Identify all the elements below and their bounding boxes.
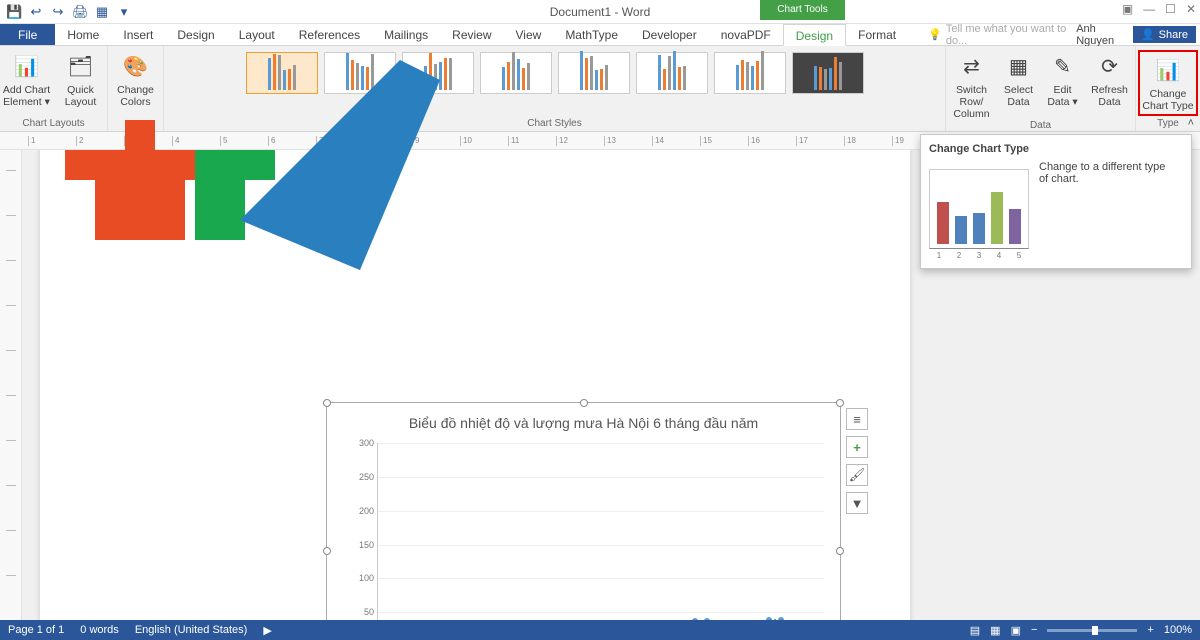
resize-handle[interactable] [580, 399, 588, 407]
quick-access-toolbar: 💾 ↩ ↪ 🖨 ▦ ▾ [0, 4, 132, 20]
y-axis-tick: 50 [344, 607, 374, 617]
tab-mailings[interactable]: Mailings [372, 24, 440, 45]
chart-style-thumb[interactable] [792, 52, 864, 94]
page-indicator[interactable]: Page 1 of 1 [8, 624, 64, 636]
chart-style-thumb[interactable] [558, 52, 630, 94]
resize-handle[interactable] [836, 547, 844, 555]
add-chart-element-button[interactable]: 📊 Add Chart Element ▾ [2, 50, 52, 108]
resize-handle[interactable] [323, 547, 331, 555]
ribbon-options-icon[interactable]: ▣ [1122, 2, 1133, 16]
tab-novapdf[interactable]: novaPDF [709, 24, 783, 45]
ribbon-tabs: File Home Insert Design Layout Reference… [0, 24, 1200, 46]
zoom-out-icon[interactable]: − [1031, 624, 1037, 636]
view-print-icon[interactable]: ▦ [990, 624, 1000, 637]
tab-file[interactable]: File [0, 24, 55, 45]
vertical-ruler[interactable] [0, 150, 22, 620]
refresh-data-icon: ⟳ [1097, 54, 1123, 80]
tab-mathtype[interactable]: MathType [553, 24, 630, 45]
zoom-level[interactable]: 100% [1164, 624, 1192, 636]
group-change-colors: 🎨 Change Colors [108, 46, 164, 131]
y-axis-tick: 250 [344, 472, 374, 482]
user-name[interactable]: Anh Nguyen [1076, 23, 1125, 47]
change-colors-icon: 🎨 [123, 54, 149, 80]
change-chart-type-tooltip: Change Chart Type Change to a different … [920, 134, 1192, 269]
refresh-data-button[interactable]: ⟳Refresh Data [1087, 50, 1133, 108]
chart-style-thumb[interactable] [636, 52, 708, 94]
redo-icon[interactable]: ↪ [50, 4, 66, 20]
status-bar: Page 1 of 1 0 words English (United Stat… [0, 620, 1200, 640]
collapse-ribbon-icon[interactable]: ˄ [1188, 117, 1194, 129]
group-data: ⇄Switch Row/ Column ▦Select Data ✎Edit D… [946, 46, 1136, 131]
chart-style-thumb[interactable] [714, 52, 786, 94]
add-chart-element-icon: 📊 [14, 54, 40, 80]
save-icon[interactable]: 💾 [6, 4, 22, 20]
ribbon: 📊 Add Chart Element ▾ 🗂 Quick Layout Cha… [0, 46, 1200, 132]
chart-title[interactable]: Biểu đồ nhiệt độ và lượng mưa Hà Nội 6 t… [333, 415, 834, 431]
chart-object[interactable]: Biểu đồ nhiệt độ và lượng mưa Hà Nội 6 t… [326, 402, 841, 620]
y-axis-tick: 100 [344, 573, 374, 583]
window-controls: ▣ — ☐ ✕ [1122, 2, 1196, 16]
select-data-button[interactable]: ▦Select Data [999, 50, 1039, 108]
tab-chart-format[interactable]: Format [846, 24, 908, 45]
chart-filters-button[interactable]: ▼ [846, 492, 868, 514]
tab-home[interactable]: Home [55, 24, 111, 45]
print-icon[interactable]: 🖨 [72, 4, 88, 20]
word-count[interactable]: 0 words [80, 624, 119, 636]
select-data-icon: ▦ [1006, 54, 1032, 80]
change-chart-type-icon: 📊 [1155, 58, 1181, 84]
tell-me-search[interactable]: Tell me what you want to do... [928, 24, 1076, 45]
tab-view[interactable]: View [504, 24, 554, 45]
tab-references[interactable]: References [287, 24, 372, 45]
undo-icon[interactable]: ↩ [28, 4, 44, 20]
zoom-in-icon[interactable]: + [1147, 624, 1153, 636]
view-read-icon[interactable]: ▤ [970, 624, 980, 637]
chart-elements-button[interactable]: ≡ [846, 408, 868, 430]
chart-styles-button[interactable]: + [846, 436, 868, 458]
window-title: Document1 - Word [550, 5, 650, 19]
close-icon[interactable]: ✕ [1186, 2, 1196, 16]
minimize-icon[interactable]: — [1143, 2, 1155, 16]
zoom-slider[interactable] [1047, 629, 1137, 632]
maximize-icon[interactable]: ☐ [1165, 2, 1176, 16]
switch-row-column-button[interactable]: ⇄Switch Row/ Column [949, 50, 995, 120]
resize-handle[interactable] [836, 399, 844, 407]
tooltip-title: Change Chart Type [929, 143, 1183, 155]
tab-layout[interactable]: Layout [227, 24, 287, 45]
macro-icon[interactable]: ▶ [263, 624, 271, 637]
chart-side-buttons: ≡ + 🖌 ▼ [846, 408, 868, 514]
chart-tools-context-tab: Chart Tools [760, 0, 845, 20]
change-chart-type-button[interactable]: 📊 Change Chart Type [1142, 54, 1194, 112]
y-axis-tick: 150 [344, 540, 374, 550]
tooltip-thumbnail [929, 169, 1029, 249]
quick-layout-button[interactable]: 🗂 Quick Layout [56, 50, 106, 108]
edit-data-button[interactable]: ✎Edit Data ▾ [1043, 50, 1083, 108]
title-bar: 💾 ↩ ↪ 🖨 ▦ ▾ Document1 - Word Chart Tools… [0, 0, 1200, 24]
plot-area[interactable]: 050100150200250300123456 [377, 443, 824, 620]
edit-data-icon: ✎ [1050, 54, 1076, 80]
table-icon[interactable]: ▦ [94, 4, 110, 20]
group-chart-layouts: 📊 Add Chart Element ▾ 🗂 Quick Layout Cha… [0, 46, 108, 131]
tab-developer[interactable]: Developer [630, 24, 709, 45]
change-colors-button[interactable]: 🎨 Change Colors [111, 50, 161, 108]
qat-dropdown-icon[interactable]: ▾ [116, 4, 132, 20]
tab-review[interactable]: Review [440, 24, 503, 45]
tooltip-description: Change to a different type of chart. [1039, 161, 1169, 185]
resize-handle[interactable] [323, 399, 331, 407]
y-axis-tick: 300 [344, 438, 374, 448]
group-chart-styles: Chart Styles [164, 46, 946, 131]
quick-layout-icon: 🗂 [68, 54, 94, 80]
tab-chart-design[interactable]: Design [783, 24, 846, 46]
language-indicator[interactable]: English (United States) [135, 624, 248, 636]
view-web-icon[interactable]: ▣ [1011, 624, 1021, 637]
chart-brush-button[interactable]: 🖌 [846, 464, 868, 486]
share-button[interactable]: Share [1133, 26, 1196, 43]
y-axis-tick: 200 [344, 506, 374, 516]
chart-style-thumb[interactable] [324, 52, 396, 94]
chart-style-thumb[interactable] [246, 52, 318, 94]
tab-design[interactable]: Design [165, 24, 226, 45]
chart-style-thumb[interactable] [402, 52, 474, 94]
tab-insert[interactable]: Insert [111, 24, 165, 45]
chart-style-thumb[interactable] [480, 52, 552, 94]
switch-row-column-icon: ⇄ [959, 54, 985, 80]
